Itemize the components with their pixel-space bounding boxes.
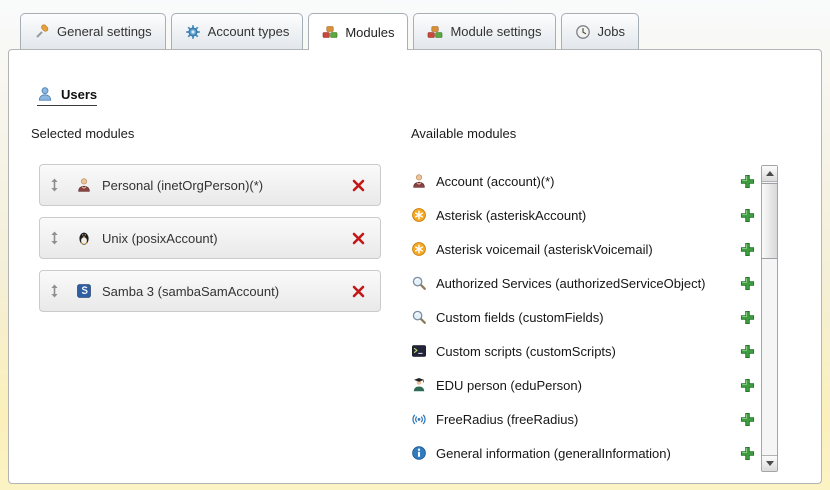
arrow-up-icon	[766, 171, 774, 176]
modules-icon	[427, 24, 443, 40]
drag-handle-icon[interactable]	[50, 178, 59, 192]
available-module-label: EDU person (eduPerson)	[436, 378, 738, 393]
tab-label: Account types	[208, 24, 290, 39]
magnifier-icon	[411, 309, 427, 325]
tab-label: Modules	[345, 25, 394, 40]
add-module-button[interactable]	[738, 206, 756, 224]
remove-module-button[interactable]	[349, 229, 367, 247]
tab-label: Module settings	[450, 24, 541, 39]
available-module-row: Asterisk voicemail (asteriskVoicemail)	[411, 232, 756, 266]
tab-jobs[interactable]: Jobs	[561, 13, 639, 49]
available-module-label: General information (generalInformation)	[436, 446, 738, 461]
magnifier-icon	[411, 275, 427, 291]
tab-bar: General settings Account types Modules Modu…	[20, 13, 639, 50]
tab-label: Jobs	[598, 24, 625, 39]
add-module-button[interactable]	[738, 240, 756, 258]
asterisk-icon	[411, 241, 427, 257]
content-panel: Users Selected modules Personal (inetOrg…	[8, 49, 822, 484]
wrench-icon	[34, 24, 50, 40]
tab-general-settings[interactable]: General settings	[20, 13, 166, 49]
tab-modules[interactable]: Modules	[308, 13, 408, 50]
available-module-row: FreeRadius (freeRadius)	[411, 402, 756, 436]
terminal-icon	[411, 343, 427, 359]
tux-icon	[76, 230, 92, 246]
available-module-label: Account (account)(*)	[436, 174, 738, 189]
available-module-row: Custom scripts (customScripts)	[411, 334, 756, 368]
remove-module-button[interactable]	[349, 176, 367, 194]
add-module-button[interactable]	[738, 308, 756, 326]
tab-account-types[interactable]: Account types	[171, 13, 304, 49]
selected-module-row: Personal (inetOrgPerson)(*)	[39, 164, 381, 206]
available-module-label: Asterisk (asteriskAccount)	[436, 208, 738, 223]
selected-modules-title: Selected modules	[31, 126, 381, 141]
asterisk-icon	[411, 207, 427, 223]
users-section-heading: Users	[37, 86, 97, 106]
remove-module-button[interactable]	[349, 282, 367, 300]
drag-handle-icon[interactable]	[50, 284, 59, 298]
available-module-label: Authorized Services (authorizedServiceOb…	[436, 276, 738, 291]
add-module-button[interactable]	[738, 172, 756, 190]
tab-module-settings[interactable]: Module settings	[413, 13, 555, 49]
scrollbar-down-button[interactable]	[762, 455, 777, 471]
radius-icon	[411, 411, 427, 427]
available-module-label: Asterisk voicemail (asteriskVoicemail)	[436, 242, 738, 257]
available-modules-title: Available modules	[411, 126, 756, 141]
drag-handle-icon[interactable]	[50, 231, 59, 245]
selected-modules-section: Selected modules Personal (inetOrgPerson…	[31, 126, 381, 323]
selected-module-label: Unix (posixAccount)	[102, 231, 349, 246]
selected-module-row: Unix (posixAccount)	[39, 217, 381, 259]
clock-icon	[575, 24, 591, 40]
available-modules-section: Available modules Account (account)(*) As…	[411, 126, 756, 470]
section-title: Users	[61, 87, 97, 102]
selected-module-label: Samba 3 (sambaSamAccount)	[102, 284, 349, 299]
arrow-down-icon	[766, 461, 774, 466]
add-module-button[interactable]	[738, 274, 756, 292]
selected-module-row: Samba 3 (sambaSamAccount)	[39, 270, 381, 312]
add-module-button[interactable]	[738, 410, 756, 428]
modules-icon	[322, 24, 338, 40]
scrollbar-up-button[interactable]	[762, 166, 777, 182]
available-module-row: General information (generalInformation)	[411, 436, 756, 470]
available-module-label: FreeRadius (freeRadius)	[436, 412, 738, 427]
available-module-row: Asterisk (asteriskAccount)	[411, 198, 756, 232]
users-icon	[37, 86, 53, 102]
available-modules-scrollbar[interactable]	[761, 165, 778, 472]
available-module-row: Authorized Services (authorizedServiceOb…	[411, 266, 756, 300]
available-module-label: Custom scripts (customScripts)	[436, 344, 738, 359]
selected-modules-list: Personal (inetOrgPerson)(*) Unix (posixAc…	[31, 164, 381, 312]
available-module-row: EDU person (eduPerson)	[411, 368, 756, 402]
selected-module-label: Personal (inetOrgPerson)(*)	[102, 178, 349, 193]
gear-icon	[185, 24, 201, 40]
add-module-button[interactable]	[738, 444, 756, 462]
person-icon	[76, 177, 92, 193]
tab-label: General settings	[57, 24, 152, 39]
person-icon	[411, 173, 427, 189]
available-module-row: Custom fields (customFields)	[411, 300, 756, 334]
samba-icon	[76, 283, 92, 299]
available-modules-list: Account (account)(*) Asterisk (asteriskAc…	[411, 164, 756, 470]
scrollbar-thumb[interactable]	[762, 183, 777, 259]
add-module-button[interactable]	[738, 376, 756, 394]
add-module-button[interactable]	[738, 342, 756, 360]
lam-configuration-page: General settings Account types Modules Modu…	[0, 0, 830, 490]
available-module-label: Custom fields (customFields)	[436, 310, 738, 325]
info-icon	[411, 445, 427, 461]
available-module-row: Account (account)(*)	[411, 164, 756, 198]
edu-icon	[411, 377, 427, 393]
